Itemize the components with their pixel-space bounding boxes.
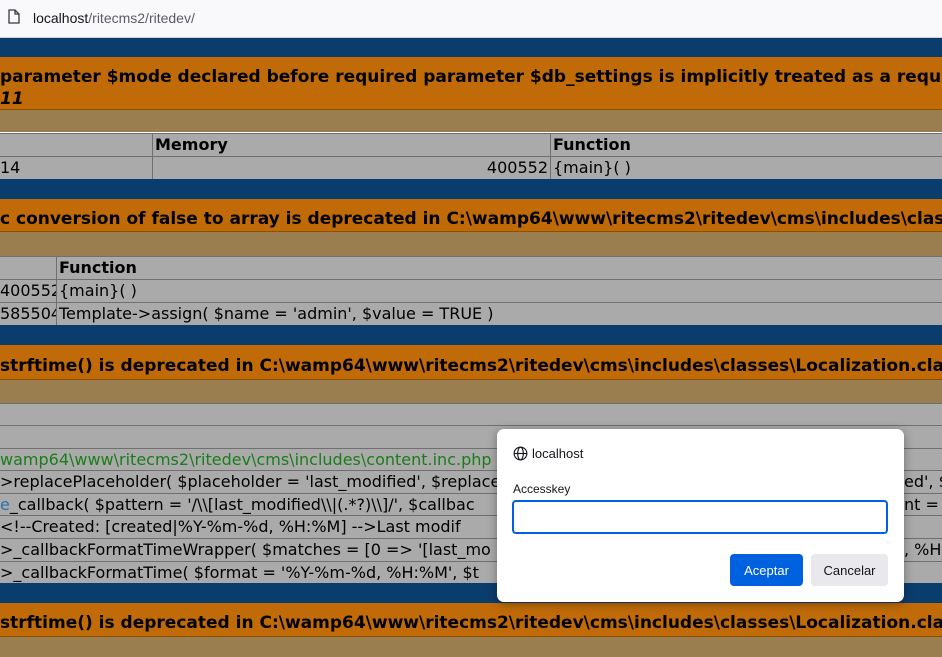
cell-memory: 585504 (0, 304, 56, 323)
error-header: strftime() is deprecated in C:\wamp64\ww… (0, 345, 942, 380)
error-message: parameter $mode declared before required… (0, 67, 942, 87)
cell-function-tail: , %H (904, 540, 942, 559)
error-bar (0, 325, 942, 345)
table-row: 585504 Template->assign( $name = 'admin'… (0, 302, 942, 325)
accesskey-label: Accesskey (513, 482, 571, 496)
column-header-function: Function (56, 257, 942, 279)
error-bar (0, 179, 942, 199)
call-stack-header (0, 380, 942, 403)
url-path: /ritecms2/ritedev/ (88, 10, 195, 26)
column-header-function: Function (550, 134, 942, 156)
callback-args: _callback( $pattern = '/\\[last_modified… (9, 495, 475, 514)
table-row: 400552 {main}( ) (0, 279, 942, 302)
call-stack-header (0, 232, 942, 256)
error-bar (0, 38, 942, 57)
error-message: strftime() is deprecated in C:\wamp64\ww… (0, 613, 942, 633)
cell-memory: 400552 (152, 157, 550, 179)
address-bar[interactable]: localhost/ritecms2/ritedev/ (0, 0, 942, 38)
cell-function-tail: ed', $ (904, 472, 942, 491)
url-text[interactable]: localhost/ritecms2/ritedev/ (33, 10, 195, 26)
table-header-row: Function (0, 256, 942, 279)
callback-link[interactable]: e (0, 495, 10, 514)
error-line: 11 (0, 89, 24, 109)
cell-time: 14 (0, 158, 21, 177)
cell-function: {main}( ) (550, 157, 942, 179)
url-host: localhost (33, 10, 89, 26)
cell-memory: 400552 (0, 281, 56, 300)
error-message: strftime() is deprecated in C:\wamp64\ww… (0, 356, 942, 376)
cell-function-tail: nt = (904, 495, 939, 514)
globe-icon (513, 446, 528, 466)
call-stack-header (0, 637, 942, 657)
dialog-origin: localhost (532, 446, 584, 461)
table-header-row (0, 403, 942, 425)
table-row: 14 400552 {main}( ) (0, 156, 942, 179)
cell-function: Template->assign( $name = 'admin', $valu… (56, 303, 942, 325)
error-header: strftime() is deprecated in C:\wamp64\ww… (0, 603, 942, 637)
column-header-memory: Memory (152, 134, 550, 156)
error-header: c conversion of false to array is deprec… (0, 199, 942, 232)
table-header-row: Memory Function (0, 133, 942, 156)
call-stack-header (0, 110, 942, 132)
cancel-button[interactable]: Cancelar (811, 554, 888, 586)
accesskey-input[interactable] (512, 500, 888, 534)
accept-button[interactable]: Aceptar (730, 554, 803, 586)
prompt-dialog: localhost Accesskey Aceptar Cancelar (497, 429, 904, 602)
page-icon (8, 9, 20, 27)
cell-function: {main}( ) (56, 280, 942, 302)
error-message: c conversion of false to array is deprec… (0, 209, 942, 229)
error-header: parameter $mode declared before required… (0, 57, 942, 110)
